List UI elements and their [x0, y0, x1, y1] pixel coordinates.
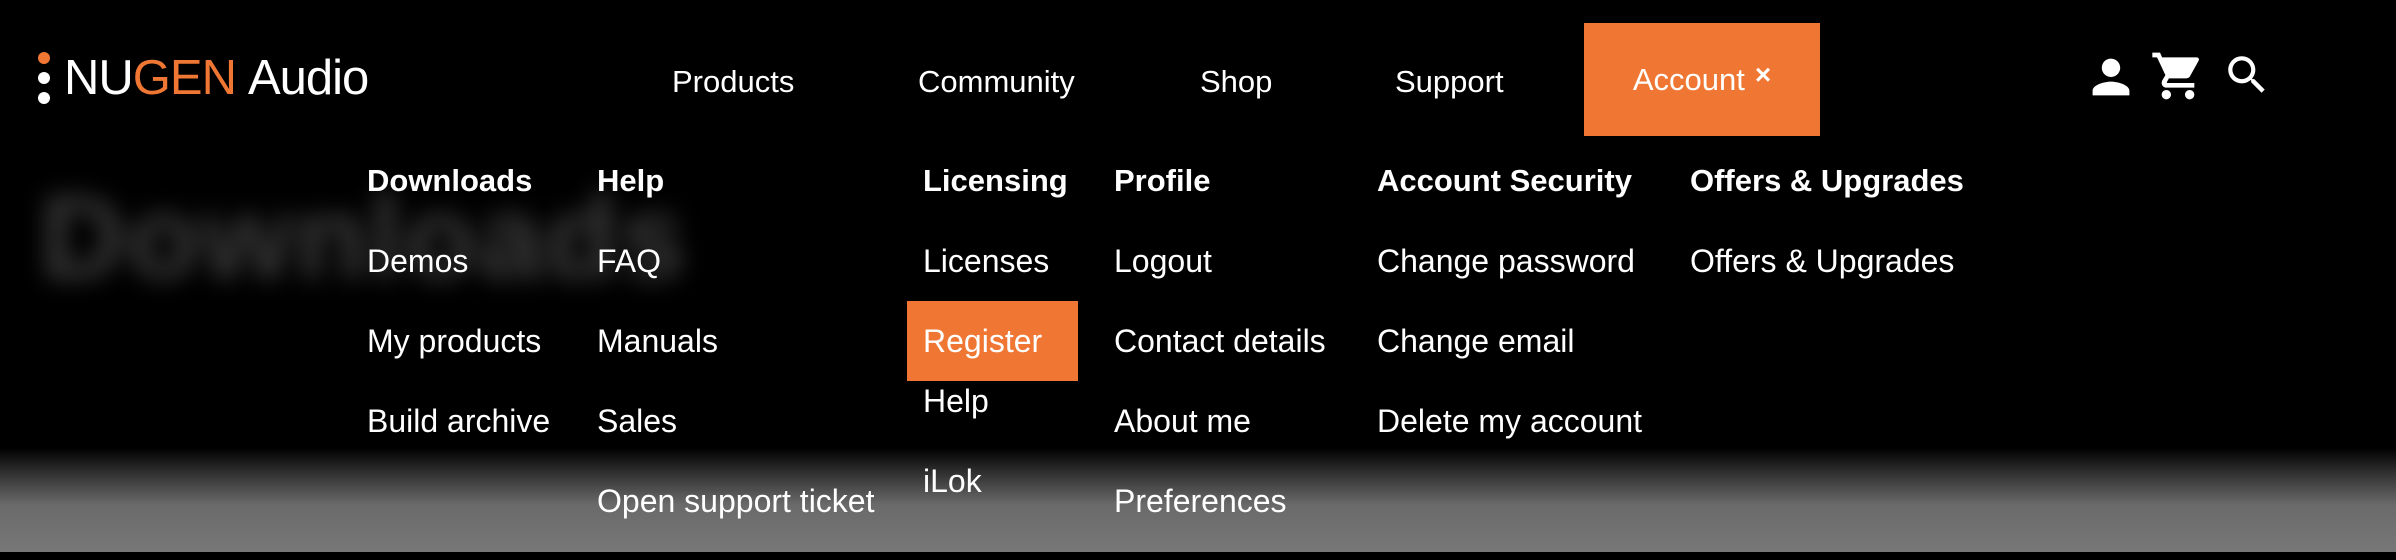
- menu-column-licensing: Licensing Licenses Register Help iLok: [907, 160, 1078, 540]
- cart-icon[interactable]: [2150, 48, 2206, 109]
- menu-column-account-security: Account Security Change password Change …: [1377, 160, 1642, 480]
- nav-community[interactable]: Community: [918, 58, 1075, 106]
- nav-account-label: Account: [1632, 61, 1745, 97]
- menu-link-open-support-ticket[interactable]: Open support ticket: [597, 480, 874, 522]
- menu-link-about-me[interactable]: About me: [1114, 400, 1326, 442]
- menu-heading-offers: Offers & Upgrades: [1690, 163, 1964, 198]
- menu-heading-profile: Profile: [1114, 163, 1211, 198]
- menu-heading-downloads: Downloads: [367, 163, 533, 198]
- menu-heading-account-security: Account Security: [1377, 163, 1632, 198]
- menu-heading-help: Help: [597, 163, 665, 198]
- blurred-page-title: Downloads: [40, 172, 688, 304]
- menu-link-preferences[interactable]: Preferences: [1114, 480, 1326, 522]
- brand-gen: GEN: [132, 50, 237, 105]
- nav-products[interactable]: Products: [672, 58, 794, 106]
- menu-link-contact-details[interactable]: Contact details: [1114, 320, 1326, 362]
- nav-account[interactable]: Account ×: [1584, 23, 1820, 136]
- menu-link-build-archive[interactable]: Build archive: [367, 400, 550, 442]
- logo-dots-icon: [38, 52, 50, 104]
- menu-link-offers-upgrades[interactable]: Offers & Upgrades: [1690, 240, 1964, 282]
- brand-nu: NU: [64, 50, 134, 105]
- menu-link-logout[interactable]: Logout: [1114, 240, 1326, 282]
- menu-link-faq[interactable]: FAQ: [597, 240, 874, 282]
- close-icon[interactable]: ×: [1755, 59, 1771, 91]
- menu-link-change-password[interactable]: Change password: [1377, 240, 1642, 282]
- brand-logo[interactable]: NUGEN Audio: [38, 50, 369, 106]
- nav-shop[interactable]: Shop: [1200, 58, 1272, 106]
- menu-column-help: Help FAQ Manuals Sales Open support tick…: [597, 160, 874, 560]
- menu-link-manuals[interactable]: Manuals: [597, 320, 874, 362]
- menu-link-delete-account[interactable]: Delete my account: [1377, 400, 1642, 442]
- menu-link-sales[interactable]: Sales: [597, 400, 874, 442]
- menu-column-profile: Profile Logout Contact details About me …: [1114, 160, 1326, 560]
- menu-link-licensing-help[interactable]: Help: [923, 380, 1078, 422]
- menu-link-licenses[interactable]: Licenses: [923, 240, 1078, 282]
- menu-link-ilok[interactable]: iLok: [923, 460, 1078, 502]
- menu-column-downloads: Downloads Demos My products Build archiv…: [367, 160, 550, 480]
- user-icon[interactable]: [2088, 54, 2134, 105]
- menu-link-register[interactable]: Register: [907, 301, 1078, 381]
- menu-link-change-email[interactable]: Change email: [1377, 320, 1642, 362]
- menu-column-offers: Offers & Upgrades Offers & Upgrades: [1690, 160, 1964, 320]
- nav-support[interactable]: Support: [1395, 58, 1504, 106]
- brand-wordmark: NUGEN Audio: [64, 50, 369, 105]
- menu-heading-licensing: Licensing: [923, 163, 1068, 198]
- menu-link-my-products[interactable]: My products: [367, 320, 550, 362]
- brand-audio: Audio: [247, 50, 369, 105]
- search-icon[interactable]: [2222, 50, 2272, 105]
- menu-link-demos[interactable]: Demos: [367, 240, 550, 282]
